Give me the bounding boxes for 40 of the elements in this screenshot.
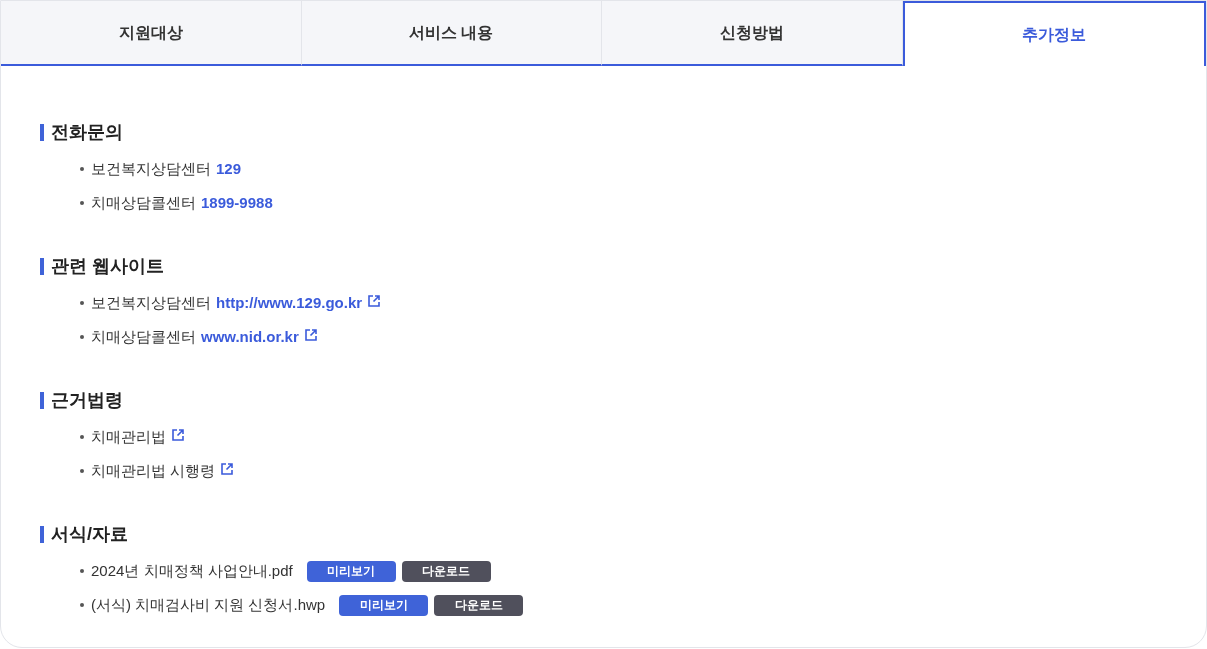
site-name: 치매상담콜센터: [91, 326, 196, 347]
external-link-icon[interactable]: [368, 295, 381, 307]
phone-number: 129: [216, 158, 242, 179]
phone-number: 1899-9988: [201, 192, 273, 213]
tab[interactable]: 신청방법: [602, 1, 903, 66]
law-name: 치매관리법: [91, 426, 166, 447]
bullet-icon: [80, 603, 84, 607]
bullet-icon: [80, 335, 84, 339]
website-link[interactable]: www.nid.or.kr: [201, 325, 299, 349]
contact-name: 치매상담콜센터: [91, 192, 196, 213]
heading-bar-icon: [40, 391, 44, 409]
heading-bar-icon: [40, 525, 44, 543]
section-heading: 관련 웹사이트: [51, 254, 164, 278]
heading-bar-icon: [40, 257, 44, 275]
external-link-icon[interactable]: [221, 463, 234, 475]
section-heading: 서식/자료: [51, 522, 128, 546]
bullet-icon: [80, 469, 84, 473]
external-link-icon[interactable]: [304, 329, 317, 341]
section-heading: 근거법령: [51, 388, 123, 412]
bullet-icon: [80, 435, 84, 439]
file-name: 2024년 치매정책 사업안내.pdf: [91, 560, 293, 581]
bullet-icon: [80, 301, 84, 305]
tab[interactable]: 추가정보: [902, 1, 1206, 66]
external-link-icon[interactable]: [172, 429, 184, 441]
bullet-icon: [80, 167, 84, 171]
tab[interactable]: 서비스 내용: [301, 1, 602, 66]
preview-button[interactable]: 미리보기: [306, 560, 396, 582]
contact-name: 보건복지상담센터: [91, 158, 211, 179]
site-name: 보건복지상담센터: [91, 292, 211, 313]
download-button[interactable]: 다운로드: [401, 560, 491, 582]
preview-button[interactable]: 미리보기: [339, 594, 429, 616]
section-heading: 전화문의: [51, 120, 123, 144]
download-button[interactable]: 다운로드: [434, 594, 524, 616]
tab[interactable]: 지원대상: [1, 1, 302, 66]
bullet-icon: [80, 569, 84, 573]
law-name: 치매관리법 시행령: [91, 460, 216, 481]
website-link[interactable]: http://www.129.go.kr: [216, 291, 363, 315]
heading-bar-icon: [40, 123, 44, 141]
bullet-icon: [80, 201, 84, 205]
file-name: (서식) 치매검사비 지원 신청서.hwp: [91, 594, 326, 615]
